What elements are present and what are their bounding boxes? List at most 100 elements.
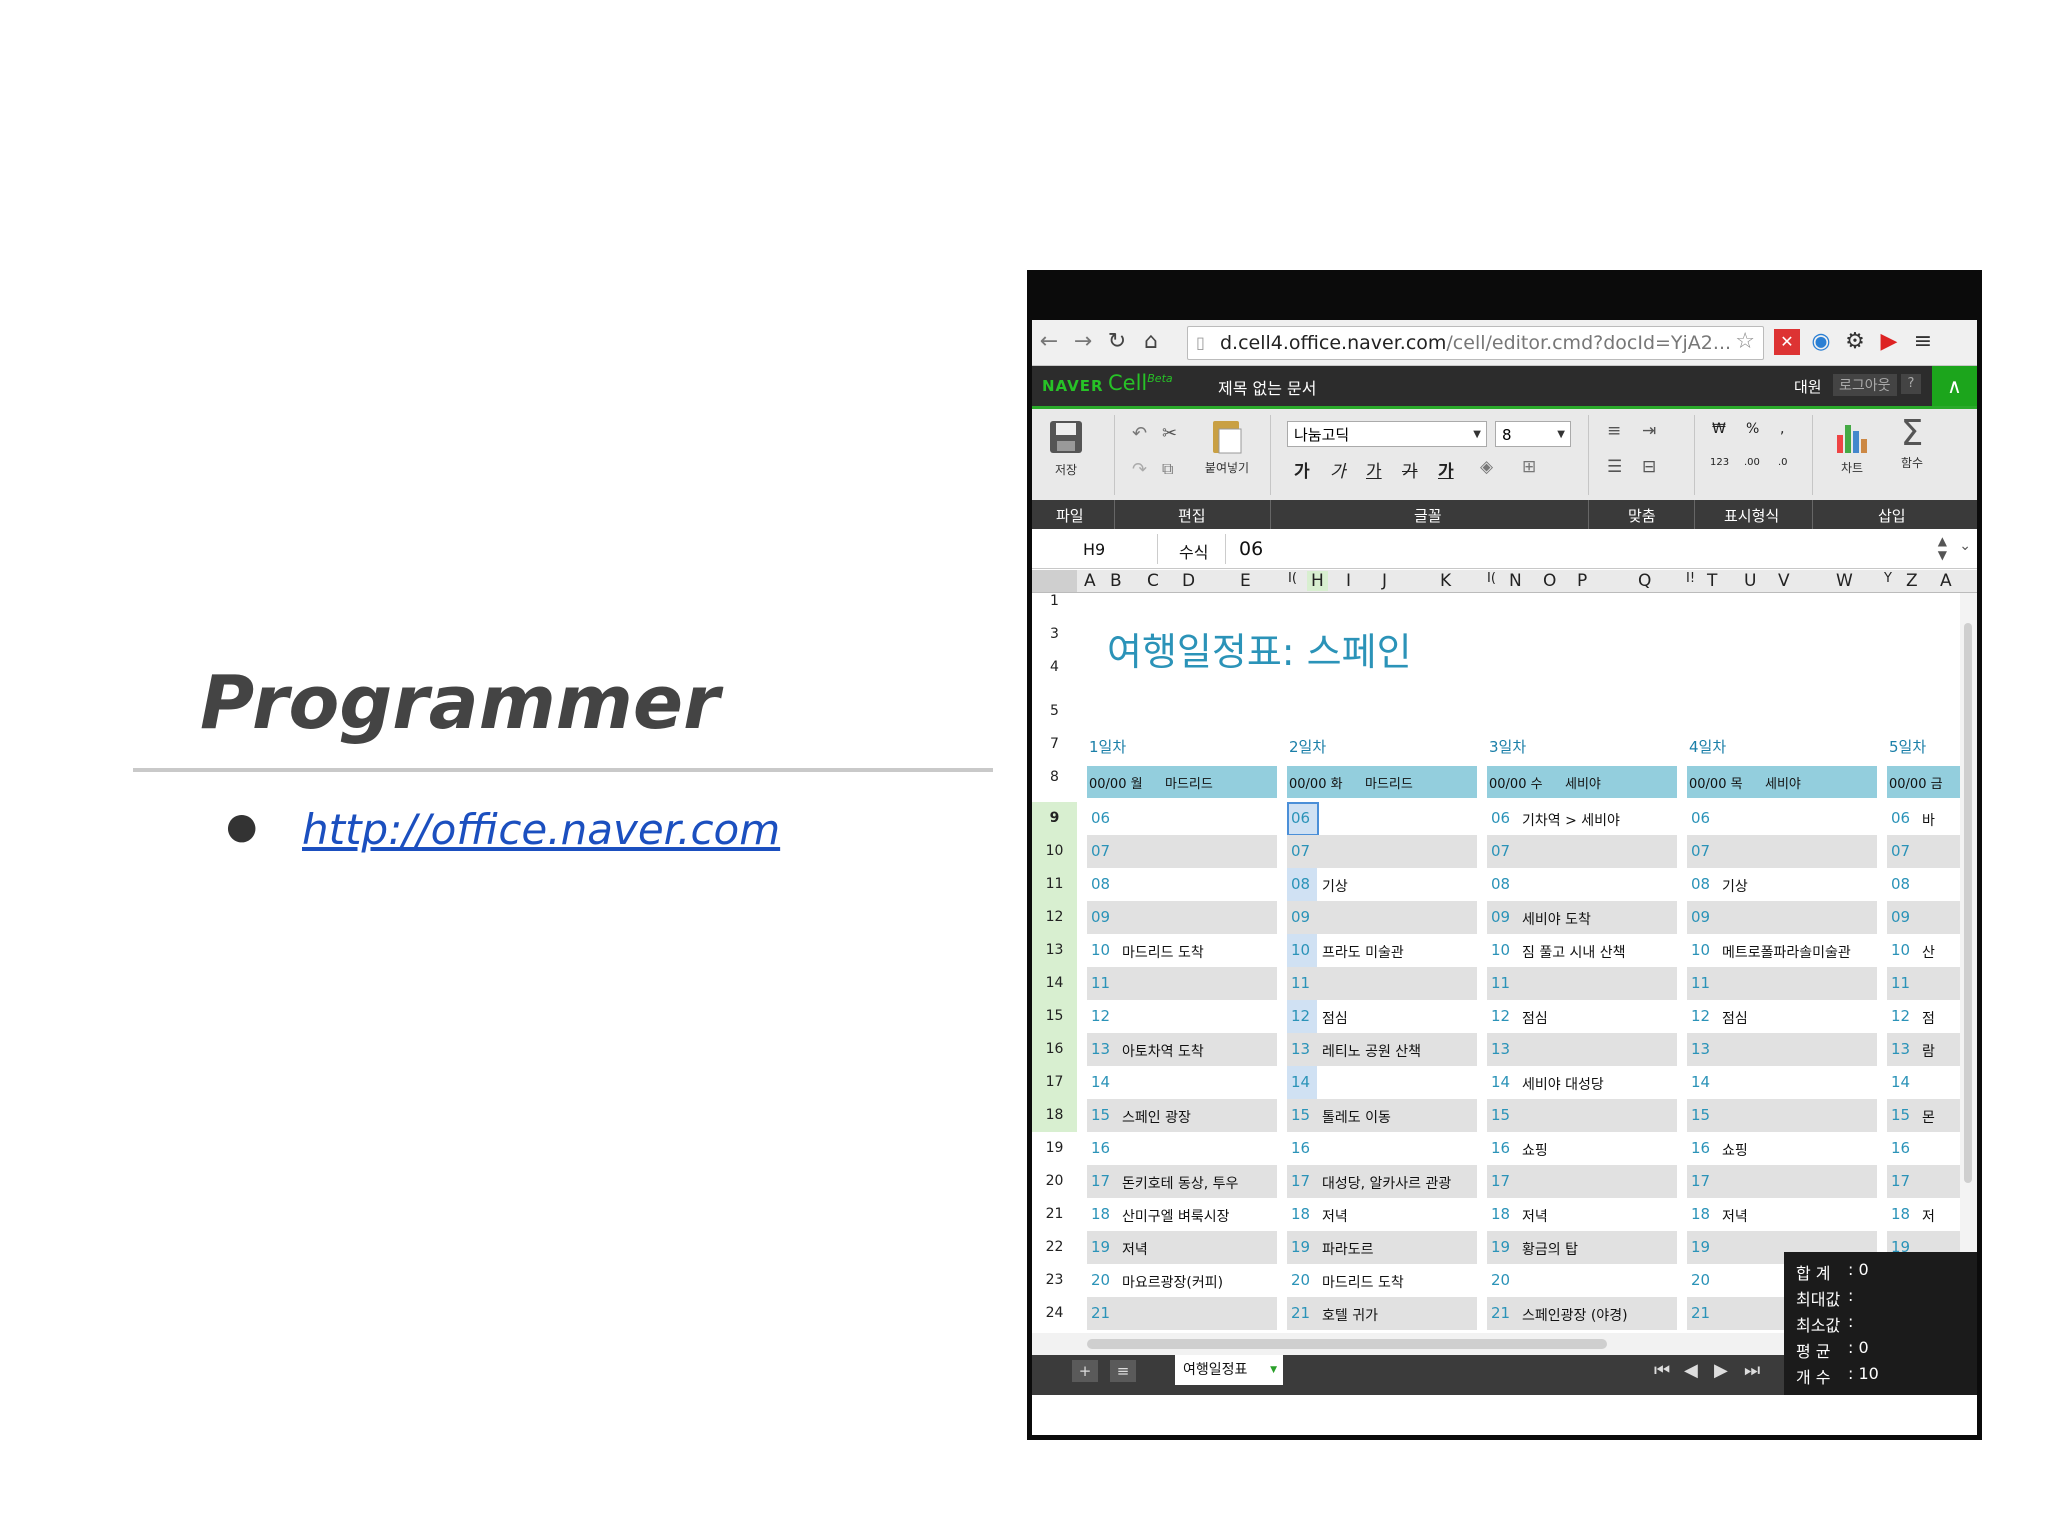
hour-cell[interactable]: 18 [1691,1205,1710,1223]
sheet-title[interactable]: 여행일정표: 스페인 [1107,621,1412,676]
column-header-label[interactable]: V [1778,571,1790,591]
decrease-decimal-icon[interactable]: .0 [1778,457,1788,468]
hour-cell[interactable]: 16 [1891,1139,1910,1157]
hour-cell[interactable]: 17 [1291,1172,1310,1190]
schedule-row[interactable]: 15 [1487,1099,1677,1132]
activity-cell[interactable]: 짐 풀고 시내 산책 [1522,942,1626,962]
hour-cell[interactable]: 13 [1691,1040,1710,1058]
spreadsheet-grid[interactable]: 1 3 4 5 7 8 9 10 11 12 13 14 15 16 17 18… [1032,593,1977,1357]
hour-cell[interactable]: 18 [1291,1205,1310,1223]
schedule-row[interactable]: 15 [1687,1099,1877,1132]
currency-format-icon[interactable]: ₩ [1712,421,1726,437]
hour-cell[interactable]: 21 [1491,1304,1510,1322]
hour-cell[interactable]: 06 [1891,809,1910,827]
activity-cell[interactable]: 쇼핑 [1522,1140,1548,1160]
hour-cell[interactable]: 09 [1291,908,1310,926]
schedule-row[interactable]: 09 [1087,901,1277,934]
schedule-row[interactable]: 18 저 [1887,1198,1960,1231]
row-header[interactable]: 1 [1032,593,1077,611]
schedule-row[interactable]: 09 [1887,901,1960,934]
schedule-row[interactable]: 13 [1687,1033,1877,1066]
hour-cell[interactable]: 18 [1091,1205,1110,1223]
hour-cell[interactable]: 17 [1091,1172,1110,1190]
edit-group-label[interactable]: 편집 [1178,505,1206,526]
row-header[interactable]: 14 [1032,967,1077,1000]
activity-cell[interactable]: 마요르광장(커피) [1122,1272,1223,1292]
formula-scroll-icon[interactable]: ▲ ▼ [1938,534,1947,562]
day-header-band[interactable]: 00/00 금 [1887,766,1960,798]
activity-cell[interactable]: 쇼핑 [1722,1140,1748,1160]
copy-icon[interactable]: ⧉ [1162,459,1173,479]
add-sheet-button[interactable]: + [1072,1360,1098,1382]
insert-group-label[interactable]: 삽입 [1878,505,1906,526]
schedule-row[interactable]: 14 [1287,1066,1477,1099]
vertical-align-icon[interactable]: ☰ [1607,457,1622,477]
schedule-row[interactable]: 06 바 [1887,802,1960,835]
home-icon[interactable]: ⌂ [1138,329,1164,355]
schedule-row[interactable]: 08 [1087,868,1277,901]
column-header-label[interactable]: U [1744,571,1756,591]
first-sheet-icon[interactable]: ⏮ [1654,1360,1670,1381]
schedule-row[interactable]: 13 [1487,1033,1677,1066]
column-header-label[interactable]: E [1240,571,1251,591]
activity-cell[interactable]: 점심 [1522,1008,1548,1028]
row-header[interactable]: 19 [1032,1132,1077,1165]
schedule-row[interactable]: 18 저녁 [1687,1198,1877,1231]
underline-button[interactable]: 가 [1366,457,1382,482]
hour-cell[interactable]: 10 [1291,941,1310,959]
row-header[interactable]: 8 [1032,769,1077,785]
row-header[interactable]: 13 [1032,934,1077,967]
schedule-row[interactable]: 19 황금의 탑 [1487,1231,1677,1264]
increase-decimal-icon[interactable]: .00 [1744,457,1760,468]
schedule-row[interactable]: 17 [1487,1165,1677,1198]
font-size-select[interactable]: 8 ▼ [1495,421,1571,447]
font-family-select[interactable]: 나눔고딕 ▼ [1287,421,1487,447]
activity-cell[interactable]: 저 [1922,1206,1935,1226]
hour-cell[interactable]: 12 [1091,1007,1110,1025]
hour-cell[interactable]: 15 [1291,1106,1310,1124]
schedule-row[interactable]: 09 세비야 도착 [1487,901,1677,934]
activity-cell[interactable]: 바 [1922,810,1935,830]
hour-cell[interactable]: 15 [1891,1106,1910,1124]
schedule-row[interactable]: 15 몬 [1887,1099,1960,1132]
schedule-row[interactable]: 11 [1887,967,1960,1000]
row-header[interactable]: 17 [1032,1066,1077,1099]
schedule-row[interactable]: 07 [1287,835,1477,868]
vertical-scroll-thumb[interactable] [1964,623,1972,1183]
column-header-label[interactable]: H [1307,571,1328,591]
hour-cell[interactable]: 15 [1091,1106,1110,1124]
hour-cell[interactable]: 17 [1491,1172,1510,1190]
back-icon[interactable]: ← [1036,329,1062,355]
activity-cell[interactable]: 황금의 탑 [1522,1239,1578,1259]
activity-cell[interactable]: 점심 [1322,1008,1348,1028]
column-header-label[interactable]: I [1346,571,1351,591]
schedule-row[interactable]: 12 [1087,1000,1277,1033]
hour-cell[interactable]: 14 [1691,1073,1710,1091]
schedule-row[interactable]: 20 마드리드 도착 [1287,1264,1477,1297]
column-header-label[interactable]: C [1147,571,1159,591]
schedule-row[interactable]: 20 마요르광장(커피) [1087,1264,1277,1297]
schedule-row[interactable]: 15 톨레도 이동 [1287,1099,1477,1132]
schedule-row[interactable]: 14 [1087,1066,1277,1099]
activity-cell[interactable]: 세비야 도착 [1522,909,1591,929]
activity-cell[interactable]: 몬 [1922,1107,1935,1127]
row-header[interactable]: 23 [1032,1264,1077,1297]
row-header[interactable]: 4 [1032,659,1077,675]
hour-cell[interactable]: 09 [1691,908,1710,926]
schedule-row[interactable]: 21 [1087,1297,1277,1330]
hour-cell[interactable]: 07 [1891,842,1910,860]
close-tab-icon[interactable]: ✕ [1774,329,1800,355]
schedule-row[interactable]: 08 기상 [1687,868,1877,901]
schedule-row[interactable]: 11 [1487,967,1677,1000]
schedule-row[interactable]: 08 [1487,868,1677,901]
schedule-row[interactable]: 06 기차역 > 세비야 [1487,802,1677,835]
hour-cell[interactable]: 06 [1691,809,1710,827]
column-header-label[interactable]: D [1182,571,1195,591]
hour-cell[interactable]: 10 [1491,941,1510,959]
column-header-label[interactable]: J [1382,571,1387,591]
row-header[interactable]: 21 [1032,1198,1077,1231]
schedule-row[interactable]: 17 [1687,1165,1877,1198]
activity-cell[interactable]: 마드리드 도착 [1122,942,1204,962]
hour-cell[interactable]: 11 [1091,974,1110,992]
hour-cell[interactable]: 07 [1491,842,1510,860]
